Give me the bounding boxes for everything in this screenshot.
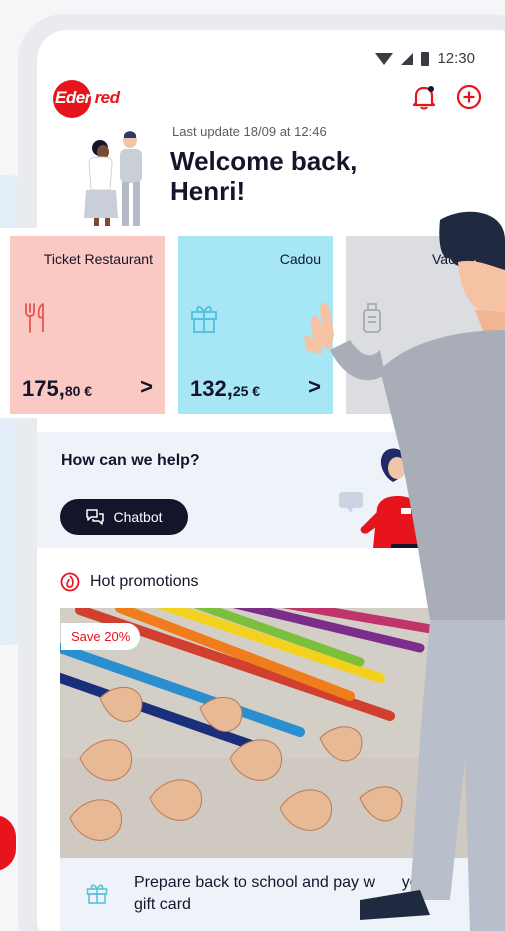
welcome-title: Welcome back, Henri!	[170, 146, 358, 206]
last-update-text: Last update 18/09 at 12:46	[172, 124, 327, 139]
man-illustration	[304, 211, 505, 931]
battery-icon	[421, 51, 430, 66]
chatbot-label: Chatbot	[113, 509, 163, 525]
card-ticket-restaurant[interactable]: Ticket Restaurant 175,80 € >	[10, 236, 165, 414]
status-bar: 12:30	[375, 50, 475, 67]
add-circle-icon[interactable]	[454, 82, 484, 112]
promotions-title: Hot promotions	[90, 573, 199, 590]
chevron-right-icon[interactable]: >	[140, 374, 153, 400]
card-amount: 132,25 €	[190, 376, 261, 401]
status-time: 12:30	[437, 50, 475, 67]
help-title: How can we help?	[61, 452, 200, 469]
app-promo-stage: 12:30 Edenred Last update 18/09 at 12:46…	[0, 0, 505, 931]
gift-icon	[191, 306, 217, 333]
cutlery-icon	[25, 303, 44, 333]
flame-icon	[60, 572, 80, 592]
background-red-shape	[0, 815, 16, 871]
chatbot-button[interactable]: Chatbot	[60, 499, 188, 535]
logo-text: Edenred	[55, 88, 120, 107]
bell-icon[interactable]	[409, 82, 439, 112]
wifi-icon	[375, 52, 394, 65]
card-name: Ticket Restaurant	[43, 251, 153, 267]
chat-icon	[86, 509, 105, 525]
hot-promotions-header: Hot promotions	[60, 572, 199, 592]
edenred-logo: Edenred	[53, 78, 123, 120]
card-amount: 175,80 €	[22, 376, 93, 401]
gift-icon	[86, 884, 108, 904]
welcome-people-illustration	[84, 131, 142, 226]
save-badge: Save 20%	[61, 623, 141, 650]
signal-icon	[401, 52, 414, 65]
